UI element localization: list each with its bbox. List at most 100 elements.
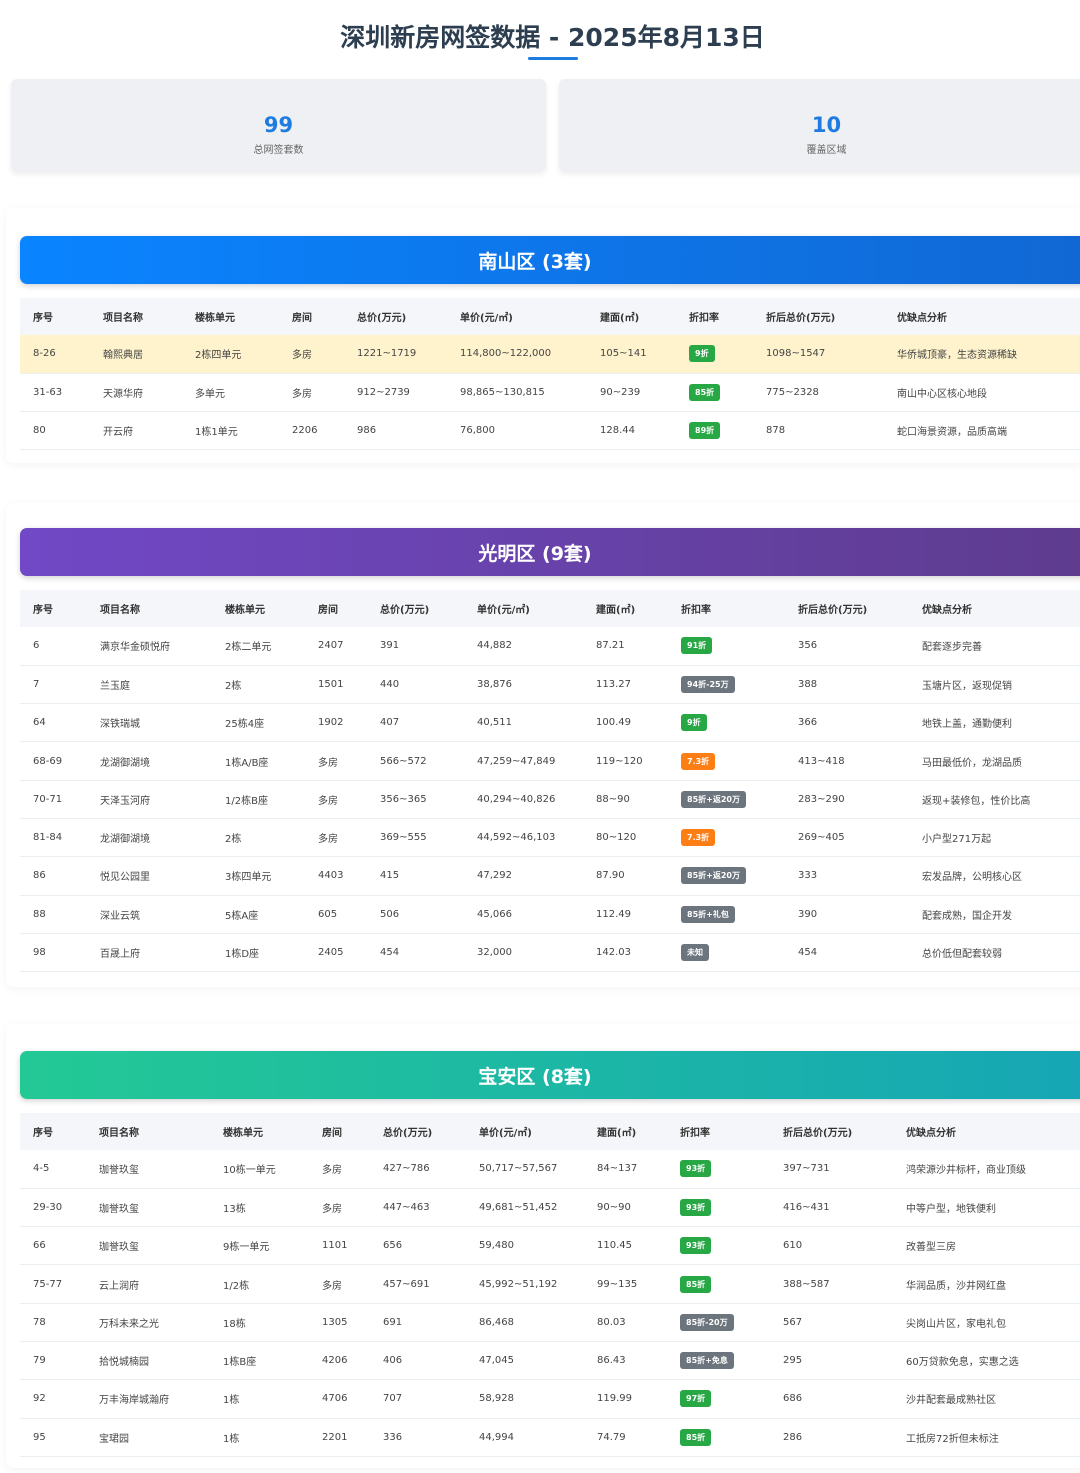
column-header: 折后总价(万元): [770, 1113, 893, 1150]
cell-building-unit: 3栋四单元: [212, 856, 305, 896]
discount-badge: 94折-25万: [681, 675, 735, 693]
cell-room: 2405: [305, 933, 367, 973]
column-header: 项目名称: [90, 298, 182, 335]
cell-building-unit: 5栋A座: [212, 895, 305, 934]
column-header: 房间: [305, 590, 367, 627]
cell-discounted-total: 333: [785, 856, 909, 896]
column-header: 房间: [309, 1113, 370, 1150]
cell-discounted-total: 454: [785, 933, 909, 973]
table-row: 86 悦见公园里 3栋四单元 4403 415 47,292 87.90 85折+返20万 33…: [20, 856, 1080, 896]
column-header: 建面(㎡): [584, 1113, 667, 1150]
cell-area: 87.21: [583, 627, 668, 666]
cell-discounted-total: 390: [785, 895, 909, 934]
column-header: 项目名称: [87, 590, 212, 627]
column-header: 房间: [279, 298, 344, 335]
cell-project-name: 翰熙典居: [90, 335, 182, 374]
discount-badge: 97折: [680, 1390, 712, 1408]
cell-building-unit: 1栋D座: [212, 933, 305, 973]
cell-area: 110.45: [584, 1226, 667, 1266]
page-title: 深圳新房网签数据 - 2025年8月13日: [340, 23, 765, 52]
cell-unit-price: 47,045: [466, 1341, 584, 1381]
cell-room: 多房: [309, 1188, 370, 1228]
cell-analysis: 沙井配套最成熟社区: [893, 1379, 1080, 1419]
cell-unit-price: 44,994: [466, 1418, 584, 1457]
cell-discounted-total: 366: [785, 703, 909, 743]
column-header: 折后总价(万元): [753, 298, 884, 335]
cell-analysis: 工抵房72折但未标注: [893, 1418, 1080, 1457]
cell-building-unit: 2栋: [212, 665, 305, 705]
discount-badge: 85折+免息: [680, 1352, 734, 1370]
cell-discount: 93折: [667, 1150, 770, 1189]
cell-discount: 7.3折: [668, 818, 785, 858]
table-row: 68-69 龙湖御湖境 1栋A/B座 多房 566~572 47,259~47,849 11…: [20, 741, 1080, 781]
cell-total-price: 407: [367, 703, 464, 743]
cell-unit-price: 114,800~122,000: [447, 335, 587, 374]
table-row: 66 珈誉玖玺 9栋一单元 1101 656 59,480 110.45 93折 610 改善型三…: [20, 1226, 1080, 1266]
cell-discount: 85折+返20万: [668, 780, 785, 819]
cell-area: 86.43: [584, 1341, 667, 1381]
cell-project-name: 龙湖御湖境: [87, 741, 212, 781]
cell-discount: 85折+免息: [667, 1341, 770, 1381]
cell-total-price: 369~555: [367, 818, 464, 858]
cell-unit-price: 76,800: [447, 411, 587, 451]
cell-discounted-total: 269~405: [785, 818, 909, 858]
cell-analysis: 中等户型，地铁便利: [893, 1188, 1080, 1228]
cell-project-name: 万科未来之光: [86, 1303, 210, 1342]
cell-discount: 7.3折: [668, 741, 785, 781]
cell-unit-price: 45,066: [464, 895, 583, 934]
discount-badge: 9折: [681, 714, 707, 732]
cell-room: 2201: [309, 1418, 370, 1457]
cell-room: 多房: [305, 780, 367, 819]
cell-serial: 80: [20, 411, 90, 451]
cell-area: 112.49: [583, 895, 668, 934]
cell-area: 80~120: [583, 818, 668, 858]
cell-analysis: 华润品质，沙井网红盘: [893, 1264, 1080, 1304]
cell-area: 88~90: [583, 780, 668, 819]
cell-total-price: 415: [367, 856, 464, 896]
discount-badge: 7.3折: [681, 829, 716, 847]
cell-discount: 9折: [668, 703, 785, 743]
cell-unit-price: 44,592~46,103: [464, 818, 583, 858]
cell-serial: 78: [20, 1303, 86, 1342]
column-header: 序号: [20, 1113, 86, 1150]
table-row: 81-84 龙湖御湖境 2栋 多房 369~555 44,592~46,103 80~120…: [20, 818, 1080, 858]
cell-room: 605: [305, 895, 367, 934]
cell-serial: 4-5: [20, 1150, 86, 1189]
cell-total-price: 427~786: [370, 1150, 466, 1189]
cell-discounted-total: 397~731: [770, 1150, 893, 1189]
title-underline: [528, 57, 578, 60]
cell-analysis: 华侨城顶豪，生态资源稀缺: [884, 335, 1080, 374]
cell-project-name: 珈誉玖玺: [86, 1226, 210, 1266]
cell-building-unit: 2栋二单元: [212, 627, 305, 666]
cell-building-unit: 1栋: [210, 1418, 309, 1457]
column-header: 单价(元/㎡): [447, 298, 587, 335]
table-row: 98 百晟上府 1栋D座 2405 454 32,000 142.03 未知 454 总价低但配套…: [20, 933, 1080, 973]
table-row: 4-5 珈誉玖玺 10栋一单元 多房 427~786 50,717~57,567 84~13…: [20, 1150, 1080, 1189]
cell-analysis: 玉塘片区，返现促销: [909, 665, 1080, 705]
column-header: 建面(㎡): [587, 298, 676, 335]
table-row: 75-77 云上润府 1/2栋 多房 457~691 45,992~51,192 99~13…: [20, 1264, 1080, 1304]
cell-analysis: 鸿荣源沙井标杆，商业顶级: [893, 1150, 1080, 1189]
cell-area: 119.99: [584, 1379, 667, 1419]
cell-unit-price: 86,468: [466, 1303, 584, 1342]
cell-area: 74.79: [584, 1418, 667, 1457]
table-header-row: 序号 项目名称 楼栋单元 房间 总价(万元) 单价(元/㎡) 建面(㎡) 折扣率 折后总价(万元…: [20, 1113, 1080, 1150]
cell-unit-price: 47,292: [464, 856, 583, 896]
cell-analysis: 配套成熟，国企开发: [909, 895, 1080, 934]
cell-area: 105~141: [587, 335, 676, 374]
discount-badge: 85折: [680, 1275, 712, 1293]
column-header: 折扣率: [668, 590, 785, 627]
cell-project-name: 天源华府: [90, 373, 182, 413]
cell-discount: 91折: [668, 627, 785, 666]
table-row: 88 深业云筑 5栋A座 605 506 45,066 112.49 85折+礼包 390 配套成…: [20, 895, 1080, 934]
column-header: 总价(万元): [370, 1113, 466, 1150]
cell-analysis: 马田最低价，龙湖品质: [909, 741, 1080, 781]
cell-discount: 89折: [676, 411, 753, 451]
cell-discount: 97折: [667, 1379, 770, 1419]
cell-total-price: 566~572: [367, 741, 464, 781]
cell-unit-price: 38,876: [464, 665, 583, 705]
table-row: 64 深铁瑞城 25栋4座 1902 407 40,511 100.49 9折 366 地铁上盖，…: [20, 703, 1080, 743]
cell-serial: 79: [20, 1341, 86, 1381]
cell-building-unit: 1栋: [210, 1379, 309, 1419]
cell-discounted-total: 1098~1547: [753, 335, 884, 374]
